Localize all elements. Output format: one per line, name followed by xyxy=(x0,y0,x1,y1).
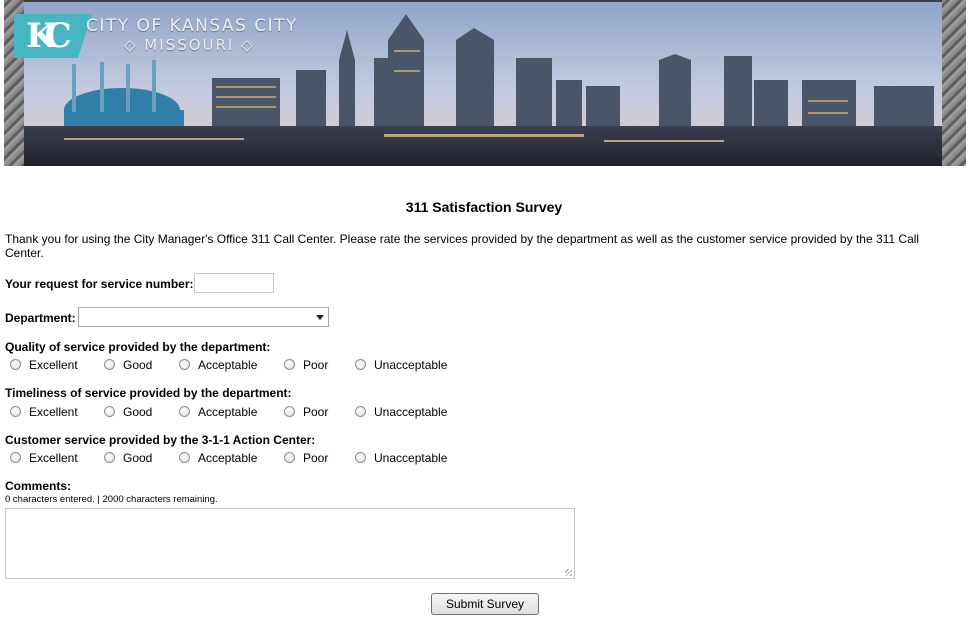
question-label-quality: Quality of service provided by the depar… xyxy=(5,340,271,354)
comments-label: Comments: xyxy=(5,479,72,493)
radio-label-quality-good[interactable]: Good xyxy=(123,358,152,372)
radio-label-quality-poor[interactable]: Poor xyxy=(303,358,328,372)
radio-customer-service-poor[interactable] xyxy=(284,452,295,463)
radio-customer-service-excellent[interactable] xyxy=(10,452,21,463)
radio-timeliness-good[interactable] xyxy=(104,406,115,417)
radio-label-customer-service-acceptable[interactable]: Acceptable xyxy=(198,451,257,465)
question-label-timeliness: Timeliness of service provided by the de… xyxy=(5,386,292,400)
state-name: ◇ MISSOURI ◇ xyxy=(124,36,255,54)
department-select[interactable] xyxy=(78,307,329,327)
radio-timeliness-excellent[interactable] xyxy=(10,406,21,417)
radio-label-quality-unacceptable[interactable]: Unacceptable xyxy=(374,358,447,372)
radio-customer-service-acceptable[interactable] xyxy=(179,452,190,463)
page-title: 311 Satisfaction Survey xyxy=(405,199,563,215)
radio-timeliness-acceptable[interactable] xyxy=(179,406,190,417)
banner-top-line xyxy=(4,0,966,2)
character-counter: 0 characters entered. | 2000 characters … xyxy=(5,494,218,505)
radio-label-customer-service-unacceptable[interactable]: Unacceptable xyxy=(374,451,447,465)
intro-text: Thank you for using the City Manager's O… xyxy=(5,232,920,260)
comments-textarea[interactable] xyxy=(5,508,575,579)
request-number-input[interactable] xyxy=(194,273,274,293)
radio-quality-good[interactable] xyxy=(104,359,115,370)
request-number-label: Your request for service number: xyxy=(5,277,194,291)
radio-label-timeliness-acceptable[interactable]: Acceptable xyxy=(198,405,257,419)
radio-quality-acceptable[interactable] xyxy=(179,359,190,370)
city-logo-letters: KC xyxy=(26,16,72,56)
radio-label-timeliness-poor[interactable]: Poor xyxy=(303,405,328,419)
header-banner: KC CITY OF KANSAS CITY ◇ MISSOURI ◇ xyxy=(4,0,966,166)
radio-label-timeliness-good[interactable]: Good xyxy=(123,405,152,419)
submit-survey-button[interactable]: Submit Survey xyxy=(431,593,539,615)
radio-label-quality-acceptable[interactable]: Acceptable xyxy=(198,358,257,372)
radio-timeliness-unacceptable[interactable] xyxy=(355,406,366,417)
radio-timeliness-poor[interactable] xyxy=(284,406,295,417)
radio-quality-unacceptable[interactable] xyxy=(355,359,366,370)
question-label-customer-service: Customer service provided by the 3-1-1 A… xyxy=(5,433,316,447)
radio-label-customer-service-good[interactable]: Good xyxy=(123,451,152,465)
radio-quality-excellent[interactable] xyxy=(10,359,21,370)
radio-label-timeliness-unacceptable[interactable]: Unacceptable xyxy=(374,405,447,419)
resize-handle-icon[interactable] xyxy=(565,569,572,576)
chevron-down-icon xyxy=(316,315,324,320)
radio-label-customer-service-excellent[interactable]: Excellent xyxy=(29,451,78,465)
department-label: Department: xyxy=(5,311,76,325)
radio-label-timeliness-excellent[interactable]: Excellent xyxy=(29,405,78,419)
banner-frame-right xyxy=(942,0,966,166)
radio-customer-service-good[interactable] xyxy=(104,452,115,463)
radio-quality-poor[interactable] xyxy=(284,359,295,370)
radio-label-quality-excellent[interactable]: Excellent xyxy=(29,358,78,372)
radio-label-customer-service-poor[interactable]: Poor xyxy=(303,451,328,465)
city-name: CITY OF KANSAS CITY xyxy=(86,16,298,36)
radio-customer-service-unacceptable[interactable] xyxy=(355,452,366,463)
